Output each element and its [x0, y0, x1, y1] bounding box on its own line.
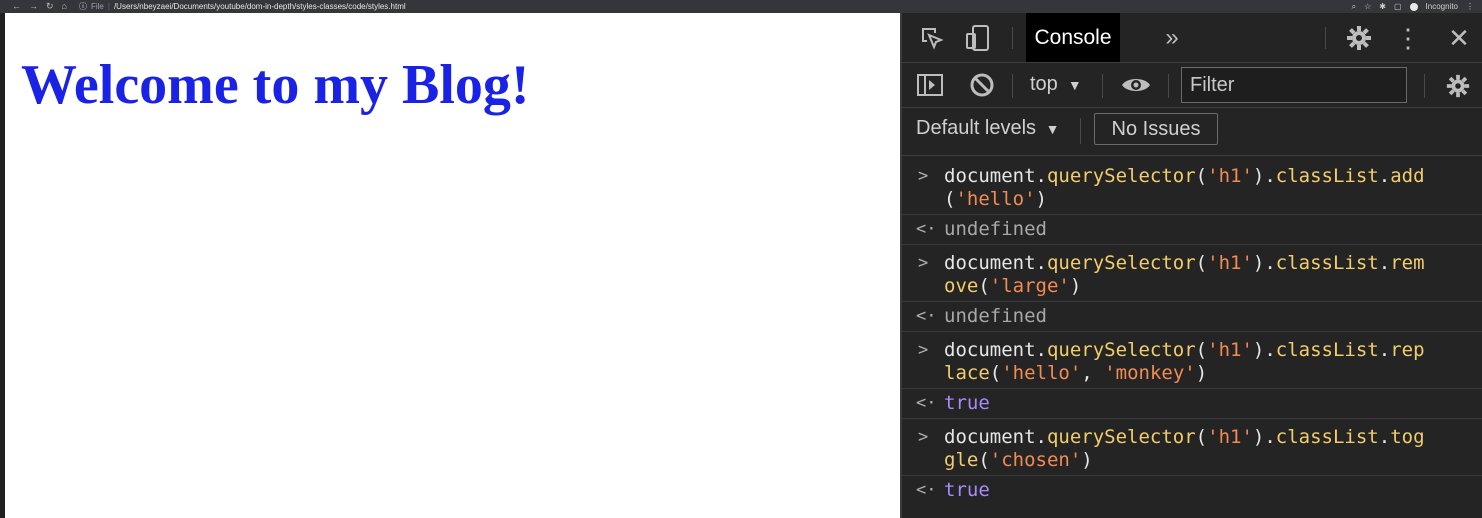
levels-label: Default levels	[916, 117, 1037, 139]
console-settings-gear-icon[interactable]	[1444, 72, 1472, 100]
console-toolbar: top ▼ Filter	[902, 63, 1482, 108]
close-icon[interactable]: ✕	[1446, 23, 1472, 53]
menu-icon[interactable]: ⋮	[1466, 2, 1474, 11]
devtools-panel: Console » ⋮ ✕ top ▼ Filter Default level…	[900, 13, 1482, 518]
tab-console[interactable]: Console	[1026, 13, 1120, 62]
forward-arrow-icon[interactable]: →	[29, 2, 38, 11]
command-line-wrap: ove('large')	[944, 275, 1082, 297]
issues-button[interactable]: No Issues	[1094, 113, 1218, 145]
result-value: true	[944, 479, 990, 501]
more-tabs-icon[interactable]: »	[1158, 24, 1186, 52]
prompt-chevron-icon: >	[918, 340, 929, 360]
return-arrow-icon: <·	[916, 393, 937, 413]
default-levels-dropdown[interactable]: Default levels ▼	[916, 117, 1059, 140]
return-arrow-icon: <·	[916, 219, 937, 239]
page-heading: Welcome to my Blog!	[21, 54, 530, 116]
incognito-icon	[1409, 2, 1418, 11]
inspect-element-icon[interactable]	[918, 25, 946, 51]
console-input-line[interactable]: > document.querySelector('h1').classList…	[902, 245, 1482, 302]
dropdown-caret-icon: ▼	[1067, 76, 1082, 93]
command-line: document.querySelector('h1').classList.a…	[944, 165, 1425, 187]
eye-icon[interactable]	[1120, 72, 1152, 98]
console-levels-bar: Default levels ▼ No Issues	[902, 108, 1482, 156]
return-arrow-icon: <·	[916, 480, 937, 500]
zoom-icon[interactable]: ⌕	[1352, 2, 1356, 12]
filter-input[interactable]: Filter	[1181, 67, 1407, 103]
console-log: > document.querySelector('h1').classList…	[902, 158, 1482, 505]
console-input-line[interactable]: > document.querySelector('h1').classList…	[902, 419, 1482, 476]
kebab-menu-icon[interactable]: ⋮	[1395, 23, 1421, 53]
device-toolbar-icon[interactable]	[964, 24, 992, 52]
result-value: undefined	[944, 305, 1047, 327]
command-line: document.querySelector('h1').classList.t…	[944, 426, 1425, 448]
prompt-chevron-icon: >	[918, 253, 929, 273]
settings-gear-icon[interactable]	[1344, 24, 1374, 52]
prompt-chevron-icon: >	[918, 427, 929, 447]
prompt-chevron-icon: >	[918, 166, 929, 186]
extension-icon[interactable]: ✱	[1379, 2, 1386, 11]
toolbar-divider	[1080, 118, 1081, 144]
console-input-line[interactable]: > document.querySelector('h1').classList…	[902, 158, 1482, 215]
console-output-line: <· undefined	[902, 215, 1482, 245]
toolbar-divider	[1102, 74, 1103, 98]
url-text: /Users/nbeyzaei/Documents/youtube/dom-in…	[113, 2, 406, 11]
console-output-line: <· undefined	[902, 302, 1482, 332]
dropdown-caret-icon: ▼	[1045, 121, 1060, 137]
console-input-line[interactable]: > document.querySelector('h1').classList…	[902, 332, 1482, 389]
command-line: document.querySelector('h1').classList.r…	[944, 252, 1425, 274]
sidebar-toggle-icon[interactable]	[916, 72, 944, 98]
result-value: undefined	[944, 218, 1047, 240]
context-selector[interactable]: top ▼	[1030, 73, 1082, 96]
star-icon[interactable]: ☆	[1364, 2, 1371, 11]
back-arrow-icon[interactable]: ←	[12, 2, 21, 11]
console-output-line: <· true	[902, 389, 1482, 419]
toolbar-divider	[1168, 74, 1169, 98]
command-line-wrap: gle('chosen')	[944, 449, 1093, 471]
console-output-line: <· true	[902, 476, 1482, 505]
toolbar-divider	[1424, 74, 1425, 98]
address-bar[interactable]: ⓘ File | /Users/nbeyzaei/Documents/youtu…	[79, 1, 406, 12]
reload-icon[interactable]: ↻	[46, 2, 54, 11]
return-arrow-icon: <·	[916, 306, 937, 326]
command-line-wrap: lace('hello', 'monkey')	[944, 362, 1208, 384]
home-icon[interactable]: ⌂	[62, 2, 67, 11]
info-icon: ⓘ	[78, 2, 87, 11]
devtools-tabbar: Console » ⋮ ✕	[902, 13, 1482, 63]
toolbar-divider	[1012, 74, 1013, 98]
context-label: top	[1030, 73, 1058, 95]
file-label: File	[90, 2, 104, 11]
clear-console-icon[interactable]	[968, 72, 996, 98]
browser-toolbar: ← → ↻ ⌂ ⓘ File | /Users/nbeyzaei/Documen…	[0, 0, 1482, 13]
window-icon[interactable]: ▢	[1394, 2, 1402, 11]
toolbar-divider	[1325, 27, 1326, 49]
url-separator: |	[107, 2, 110, 11]
command-line: document.querySelector('h1').classList.r…	[944, 339, 1425, 361]
toolbar-divider	[1012, 27, 1013, 49]
page-viewport: Welcome to my Blog!	[5, 13, 900, 518]
command-line-wrap: ('hello')	[944, 188, 1047, 210]
incognito-label: Incognito	[1425, 2, 1458, 11]
result-value: true	[944, 392, 990, 414]
